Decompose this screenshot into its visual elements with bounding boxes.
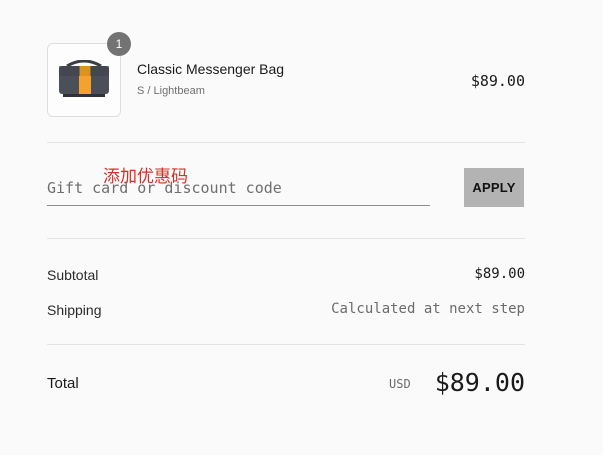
product-thumbnail	[47, 43, 121, 117]
currency-code: USD	[389, 377, 411, 391]
apply-discount-button[interactable]: APPLY	[464, 168, 524, 207]
shipping-label: Shipping	[47, 302, 102, 318]
divider	[47, 344, 525, 345]
divider	[47, 238, 525, 239]
subtotal-value: $89.00	[474, 266, 525, 282]
subtotal-label: Subtotal	[47, 267, 99, 283]
messenger-bag-icon	[59, 60, 109, 97]
discount-code-input[interactable]	[47, 174, 430, 206]
divider	[47, 142, 525, 143]
product-variant: S / Lightbeam	[137, 85, 205, 97]
total-label: Total	[47, 375, 79, 392]
total-amount: $89.00	[434, 368, 525, 397]
product-name: Classic Messenger Bag	[137, 61, 285, 77]
product-price: $89.00	[470, 72, 525, 90]
shipping-value: Calculated at next step	[331, 301, 525, 317]
quantity-badge: 1	[107, 32, 131, 56]
